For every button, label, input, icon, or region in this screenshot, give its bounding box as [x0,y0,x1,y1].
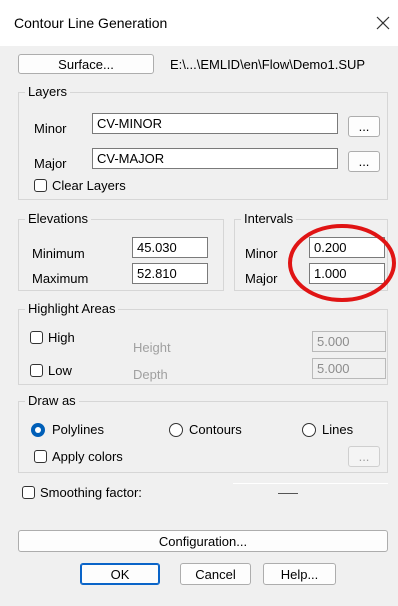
polylines-label: Polylines [52,422,105,437]
minor-layer-field[interactable]: CV-MINOR [92,113,338,134]
major-layer-browse-button[interactable]: ... [348,151,380,172]
apply-colors-checkbox[interactable] [34,450,47,463]
surface-button[interactable]: Surface... [18,54,154,74]
layers-legend: Layers [25,84,71,99]
minimum-elevation-field[interactable]: 45.030 [132,237,208,258]
interval-major-field[interactable]: 1.000 [309,263,385,284]
browse-label: ... [358,154,370,169]
major-layer-label: Major [34,156,67,171]
colors-browse-button[interactable]: ... [348,446,380,467]
lines-label: Lines [322,422,354,437]
configuration-button[interactable]: Configuration... [18,530,388,552]
height-label: Height [133,340,171,355]
interval-minor-label: Minor [245,246,278,261]
configuration-label: Configuration... [158,533,248,549]
contours-radio[interactable] [169,423,183,437]
smoothing-slider-value-line [278,493,298,494]
help-button[interactable]: Help... [263,563,336,585]
surface-path: E:\...\EMLID\en\Flow\Demo1.SUP [170,57,366,72]
close-icon[interactable] [372,12,394,34]
minor-layer-browse-button[interactable]: ... [348,116,380,137]
low-checkbox[interactable] [30,364,43,377]
apply-colors-label: Apply colors [52,449,123,464]
smoothing-checkbox[interactable] [22,486,35,499]
depth-field[interactable]: 5.000 [312,358,386,379]
clear-layers-checkbox[interactable] [34,179,47,192]
surface-button-label: Surface... [58,56,114,72]
cancel-label: Cancel [195,566,236,582]
minor-layer-label: Minor [34,121,67,136]
elevations-legend: Elevations [25,211,91,226]
clear-layers-label: Clear Layers [52,178,126,193]
draw-as-legend: Draw as [25,393,79,408]
interval-minor-field[interactable]: 0.200 [309,237,385,258]
ok-button[interactable]: OK [80,563,160,585]
major-layer-field[interactable]: CV-MAJOR [92,148,338,169]
maximum-elevation-field[interactable]: 52.810 [132,263,208,284]
colors-browse-label: ... [358,449,370,464]
help-label: Help... [280,566,319,582]
cancel-button[interactable]: Cancel [180,563,251,585]
title-bar: Contour Line Generation [0,0,398,46]
interval-major-label: Major [245,271,278,286]
browse-label: ... [358,119,370,134]
highlight-areas-legend: Highlight Areas [25,301,119,316]
polylines-radio[interactable] [31,423,45,437]
intervals-legend: Intervals [241,211,297,226]
smoothing-slider-track[interactable] [233,483,388,484]
low-label: Low [48,363,72,378]
dialog-title: Contour Line Generation [14,15,168,31]
smoothing-label: Smoothing factor: [40,485,142,500]
height-field[interactable]: 5.000 [312,331,386,352]
high-label: High [48,330,75,345]
ok-label: OK [110,566,130,582]
high-checkbox[interactable] [30,331,43,344]
depth-label: Depth [133,367,168,382]
contours-label: Contours [189,422,242,437]
maximum-label: Maximum [32,271,89,286]
lines-radio[interactable] [302,423,316,437]
minimum-label: Minimum [32,246,85,261]
